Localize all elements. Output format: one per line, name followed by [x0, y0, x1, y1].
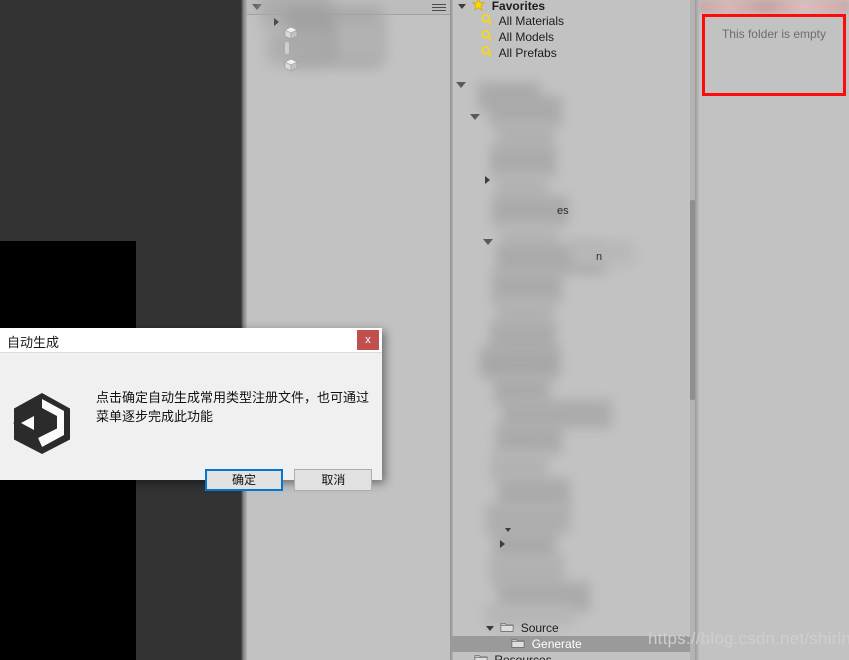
- tree-foldout-icon[interactable]: [470, 114, 480, 120]
- tree-row-label: Source: [520, 621, 559, 635]
- tree-row-all-prefabs[interactable]: All Prefabs: [480, 45, 557, 61]
- chevron-down-icon[interactable]: [458, 4, 466, 10]
- tree-row-all-models[interactable]: All Models: [480, 29, 554, 45]
- tree-row-label: Favorites: [491, 0, 546, 13]
- tree-foldout-icon[interactable]: [505, 528, 511, 532]
- dialog-body: 点击确定自动生成常用类型注册文件，也可通过菜单逐步完成此功能 确定 取消: [0, 353, 382, 491]
- tree-row-label: Generate: [531, 637, 582, 651]
- tree-foldout-icon[interactable]: [456, 82, 466, 88]
- tree-row-label: All Materials: [498, 14, 565, 28]
- gameobject-cube-icon: [283, 57, 298, 72]
- content-toolbar[interactable]: [699, 0, 849, 13]
- dialog-button-row: 确定 取消: [205, 469, 373, 491]
- tree-row-label: Resources: [494, 653, 552, 660]
- content-panel-divider[interactable]: [695, 0, 699, 660]
- tree-row-label: All Models: [498, 30, 555, 44]
- empty-folder-highlight-box: This folder is empty: [702, 14, 846, 96]
- folder-icon: [474, 653, 488, 660]
- search-icon: [480, 45, 493, 62]
- dialog-title: 自动生成: [7, 336, 60, 351]
- search-icon: [480, 13, 493, 30]
- hierarchy-menu-icon[interactable]: [432, 4, 446, 11]
- folder-icon: [500, 621, 514, 637]
- folder-icon: [511, 637, 525, 653]
- project-content-panel[interactable]: [695, 0, 849, 660]
- cancel-button[interactable]: 取消: [294, 469, 373, 491]
- tree-blur-row: [480, 348, 560, 378]
- gameobject-cube-icon: [283, 25, 298, 40]
- tree-foldout-icon[interactable]: [485, 176, 490, 184]
- hierarchy-blur-5: [285, 42, 289, 54]
- tree-blur-row: [490, 452, 548, 480]
- dialog-message: 点击确定自动生成常用类型注册文件，也可通过菜单逐步完成此功能: [96, 391, 370, 425]
- tree-row-favorites[interactable]: Favorites: [458, 0, 545, 14]
- tree-row-generate[interactable]: Generate: [450, 636, 695, 652]
- project-tree-panel[interactable]: Favorites All Materials All Models All P…: [450, 0, 695, 660]
- tree-row-source[interactable]: Source: [486, 620, 559, 636]
- search-icon: [480, 29, 493, 46]
- tree-row-label: All Prefabs: [498, 46, 557, 60]
- close-icon[interactable]: x: [357, 330, 379, 350]
- project-panel-divider[interactable]: [450, 0, 453, 660]
- tree-row-all-materials[interactable]: All Materials: [480, 13, 564, 29]
- hierarchy-blur-3: [335, 18, 383, 62]
- tree-foldout-icon[interactable]: [500, 540, 505, 548]
- empty-folder-message: This folder is empty: [721, 27, 827, 41]
- tree-foldout-icon[interactable]: [483, 239, 493, 245]
- tree-glyph-fragment: es: [557, 205, 569, 217]
- confirm-button[interactable]: 确定: [205, 469, 283, 491]
- dialog-titlebar[interactable]: 自动生成 x: [0, 328, 382, 353]
- auto-generate-dialog[interactable]: 自动生成 x 点击确定自动生成常用类型注册文件，也可通过菜单逐步完成此功能 确定…: [0, 328, 382, 491]
- chevron-down-icon[interactable]: [486, 626, 494, 632]
- hierarchy-row-foldout-icon[interactable]: [274, 18, 279, 26]
- tree-glyph-fragment: n: [596, 251, 603, 263]
- tree-row-resources[interactable]: Resources: [474, 652, 552, 660]
- unity-logo: [8, 389, 78, 457]
- tree-blur-row: [496, 424, 562, 454]
